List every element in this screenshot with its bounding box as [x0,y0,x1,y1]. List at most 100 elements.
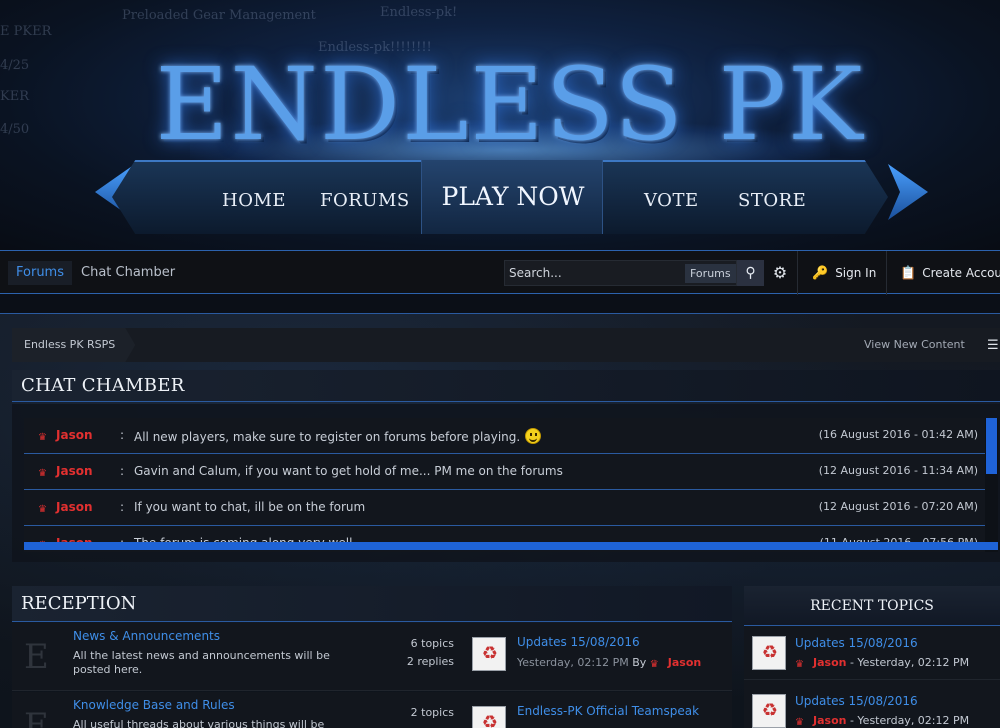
forum-title-link[interactable]: Knowledge Base and Rules [73,698,235,712]
chat-panel: ♛ Jason : All new players, make sure to r… [12,404,1000,562]
forum-row: E Knowledge Base and Rules All useful th… [12,692,732,728]
chat-scrollbar-thumb[interactable] [986,418,997,474]
recent-topic-user-link[interactable]: ♛ Jason [795,714,846,728]
nav-forums[interactable]: FORUMS [320,190,410,211]
view-new-content-link[interactable]: View New Content [864,328,965,362]
recent-topic-user-name: Jason [813,656,847,669]
chat-text: All new players, make sure to register o… [134,428,542,444]
forum-reply-count: 2 replies [406,655,454,668]
chat-timestamp: (12 August 2016 - 07:20 AM) [818,500,978,513]
top-bar: Forums Chat Chamber Forums ⚲ ⚙ 🔑Sign In … [0,250,1000,295]
tab-chat-chamber[interactable]: Chat Chamber [81,261,175,285]
tab-forums[interactable]: Forums [8,261,72,285]
search-scope-dropdown[interactable]: Forums [685,264,736,283]
site-logo[interactable]: ENDLESS PK [150,50,870,160]
forum-topic-count: 2 topics [410,706,454,719]
recent-topic-item: ♻ Updates 15/08/2016 ♛ Jason - Yesterday,… [744,686,1000,728]
recent-topic-time: - Yesterday, 02:12 PM [846,714,970,727]
sign-in-link[interactable]: 🔑 Sign In [812,262,876,284]
recent-topics-panel: RECENT TOPICS ♻ Updates 15/08/2016 ♛ Jaso… [744,586,1000,728]
last-post-meta: Yesterday, 02:12 PM By ♛ Jason [517,656,701,671]
last-post-title-link[interactable]: Endless-PK Official Teamspeak [517,704,699,718]
last-post-title-link[interactable]: Updates 15/08/2016 [517,635,640,649]
last-post-time: Yesterday, 02:12 PM [517,656,629,669]
search-input[interactable] [509,264,679,282]
nav-store[interactable]: STORE [738,190,806,211]
nav-wing-right [888,164,928,220]
search-icon: ⚲ [745,265,756,281]
chat-chamber-title: CHAT CHAMBER [21,375,185,396]
search-settings-button[interactable]: ⚙ [770,262,790,284]
reception-title: RECEPTION [21,593,137,614]
recent-topics-title: RECENT TOPICS [810,598,934,614]
gear-icon: ⚙ [772,263,788,282]
smiley-icon [525,428,542,444]
chat-timestamp: (16 August 2016 - 01:42 AM) [818,428,978,441]
avatar-figure-icon: ♻ [481,712,499,728]
chat-message: ♛ Jason : All new players, make sure to r… [24,418,986,454]
last-post-user-link[interactable]: ♛ Jason [650,656,702,670]
nav-vote[interactable]: VOTE [644,190,699,211]
chat-username-text: Jason [56,428,93,442]
key-icon: 🔑 [812,266,829,281]
banner-scribble: KER [0,89,29,104]
user-rank-icon: ♛ [38,504,47,515]
last-post-user-name: Jason [667,656,702,669]
breadcrumb: Endless PK RSPS View New Content ☰ [12,328,1000,362]
banner-scribble: Endless-pk! [380,5,458,20]
forum-stats: 6 topics 2 replies [392,635,454,671]
last-post-by: By [632,656,647,669]
chat-username[interactable]: ♛ Jason [38,500,93,516]
site-banner: Preloaded Gear Management Endless-pk! En… [0,0,1000,250]
recent-topic-item: ♻ Updates 15/08/2016 ♛ Jason - Yesterday,… [744,628,1000,680]
forum-topic-count: 6 topics [410,637,454,650]
chat-separator: : [120,464,125,478]
search-button[interactable]: ⚲ [737,260,764,286]
create-account-label: Create Account [922,266,1000,280]
chat-username[interactable]: ♛ Jason [38,428,93,444]
chat-message: ♛ Jason : If you want to chat, ill be on … [24,490,986,526]
chat-username-text: Jason [56,500,93,514]
topbar-divider [886,251,887,295]
user-rank-icon: ♛ [38,468,47,479]
recent-topic-meta: ♛ Jason - Yesterday, 02:12 PM [795,656,969,671]
chat-username-text: Jason [56,464,93,478]
chat-message-list[interactable]: ♛ Jason : All new players, make sure to r… [24,418,986,552]
chat-separator: : [120,500,125,514]
avatar-figure-icon: ♻ [761,642,779,663]
avatar-figure-icon: ♻ [481,643,499,664]
chat-message: ♛ Jason : Gavin and Calum, if you want to… [24,454,986,490]
clipboard-icon: 📋 [900,266,917,281]
recent-topic-avatar[interactable]: ♻ [752,694,786,728]
create-account-link[interactable]: 📋 Create Account [900,262,1000,284]
nav-play-now[interactable]: PLAY NOW [421,160,603,234]
chat-chamber-header: CHAT CHAMBER [12,370,1000,402]
forum-stats: 2 topics [392,704,454,722]
chat-vertical-scrollbar[interactable] [985,418,998,552]
sign-in-label: Sign In [835,266,877,280]
recent-topic-avatar[interactable]: ♻ [752,636,786,670]
chat-text: Gavin and Calum, if you want to get hold… [134,464,563,478]
chat-horizontal-scrollbar[interactable] [24,542,998,550]
breadcrumb-home[interactable]: Endless PK RSPS [12,328,136,362]
forum-description: All the latest news and announcements wi… [73,649,330,676]
nav-home[interactable]: HOME [222,190,286,211]
reception-header: RECEPTION [12,586,732,622]
last-poster-avatar[interactable]: ♻ [472,706,506,728]
recent-topic-title-link[interactable]: Updates 15/08/2016 [795,694,918,708]
forum-row: E News & Announcements All the latest ne… [12,623,732,691]
recent-topic-title-link[interactable]: Updates 15/08/2016 [795,636,918,650]
avatar-figure-icon: ♻ [761,700,779,721]
banner-scribble: E PKER [0,24,52,39]
last-poster-avatar[interactable]: ♻ [472,637,506,671]
forum-title-link[interactable]: News & Announcements [73,629,220,643]
forum-description: All useful threads about various things … [73,718,325,728]
chat-timestamp: (12 August 2016 - 11:34 AM) [818,464,978,477]
chat-text-content: All new players, make sure to register o… [134,430,521,444]
nav-play-now-label: PLAY NOW [441,182,585,211]
chat-text: If you want to chat, ill be on the forum [134,500,366,514]
chat-username[interactable]: ♛ Jason [38,464,93,480]
recent-topics-header: RECENT TOPICS [744,586,1000,626]
recent-topic-user-link[interactable]: ♛ Jason [795,656,847,670]
list-icon[interactable]: ☰ [987,338,999,353]
